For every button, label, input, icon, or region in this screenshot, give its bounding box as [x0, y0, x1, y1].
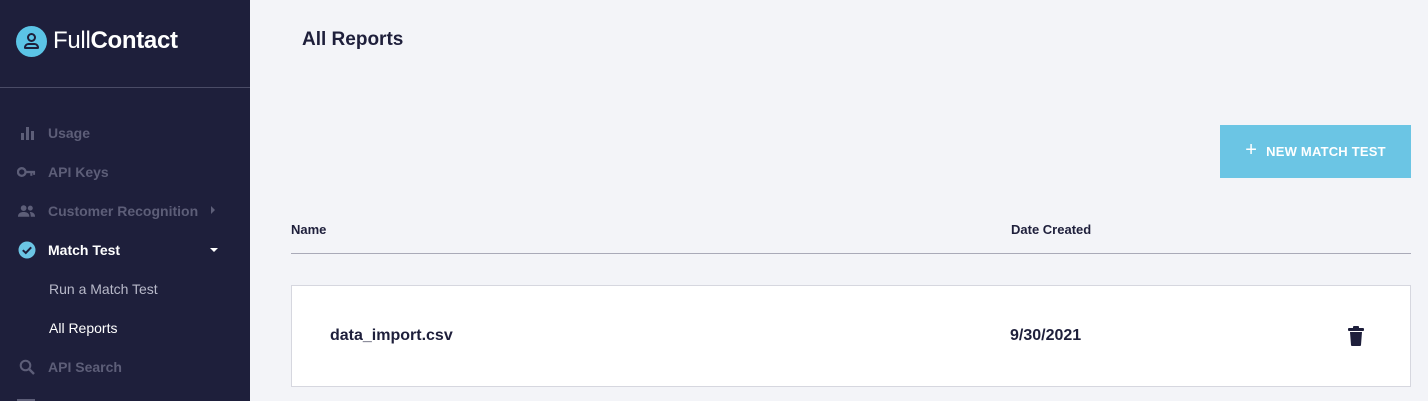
new-match-test-button[interactable]: + NEW MATCH TEST [1220, 125, 1411, 178]
sidebar-item-customer-recognition[interactable]: Customer Recognition [0, 191, 250, 230]
sidebar: FullContact Usage API Keys Customer Reco… [0, 0, 250, 401]
column-header-name[interactable]: Name [291, 222, 326, 237]
brand-name-bold: Contact [90, 27, 178, 54]
fullcontact-logo-icon [16, 25, 47, 57]
sidebar-subitem-all-reports[interactable]: All Reports [0, 308, 250, 347]
sidebar-item-api-search[interactable]: API Search [0, 347, 250, 386]
sidebar-item-usage[interactable]: Usage [0, 113, 250, 152]
sidebar-item-api-keys[interactable]: API Keys [0, 152, 250, 191]
plus-icon: + [1245, 139, 1258, 161]
chevron-right-icon [209, 202, 217, 220]
sidebar-divider [0, 87, 250, 88]
bar-chart-icon [17, 123, 36, 142]
sidebar-item-label: Match Test [48, 241, 121, 258]
sidebar-subitem-run-match-test[interactable]: Run a Match Test [0, 269, 250, 308]
sidebar-item-match-test[interactable]: Match Test [0, 230, 250, 269]
key-icon [17, 162, 36, 181]
new-match-test-label: NEW MATCH TEST [1266, 144, 1386, 159]
search-icon [17, 357, 36, 376]
column-header-date-created[interactable]: Date Created [1011, 222, 1091, 237]
main-content: All Reports + NEW MATCH TEST Name Date C… [250, 0, 1428, 401]
page-title: All Reports [302, 29, 404, 50]
table-row[interactable]: data_import.csv 9/30/2021 [291, 285, 1411, 387]
table-header-divider [291, 253, 1411, 254]
report-date: 9/30/2021 [1010, 327, 1082, 344]
report-name[interactable]: data_import.csv [330, 327, 453, 345]
check-circle-icon [17, 240, 36, 259]
brand-name: FullContact [53, 27, 178, 55]
brand-logo[interactable]: FullContact [16, 25, 178, 57]
people-icon [17, 201, 36, 220]
chevron-down-icon [209, 241, 219, 259]
sidebar-item-label: All Reports [49, 319, 118, 336]
brand-name-light: Full [53, 27, 91, 54]
trash-icon[interactable] [1348, 326, 1364, 346]
sidebar-item-label: API Search [48, 358, 122, 375]
sidebar-next-item-icon [17, 394, 35, 401]
sidebar-item-label: Customer Recognition [48, 202, 199, 219]
sidebar-item-label: API Keys [48, 163, 109, 180]
sidebar-item-label: Usage [48, 124, 91, 141]
sidebar-item-label: Run a Match Test [49, 280, 158, 297]
